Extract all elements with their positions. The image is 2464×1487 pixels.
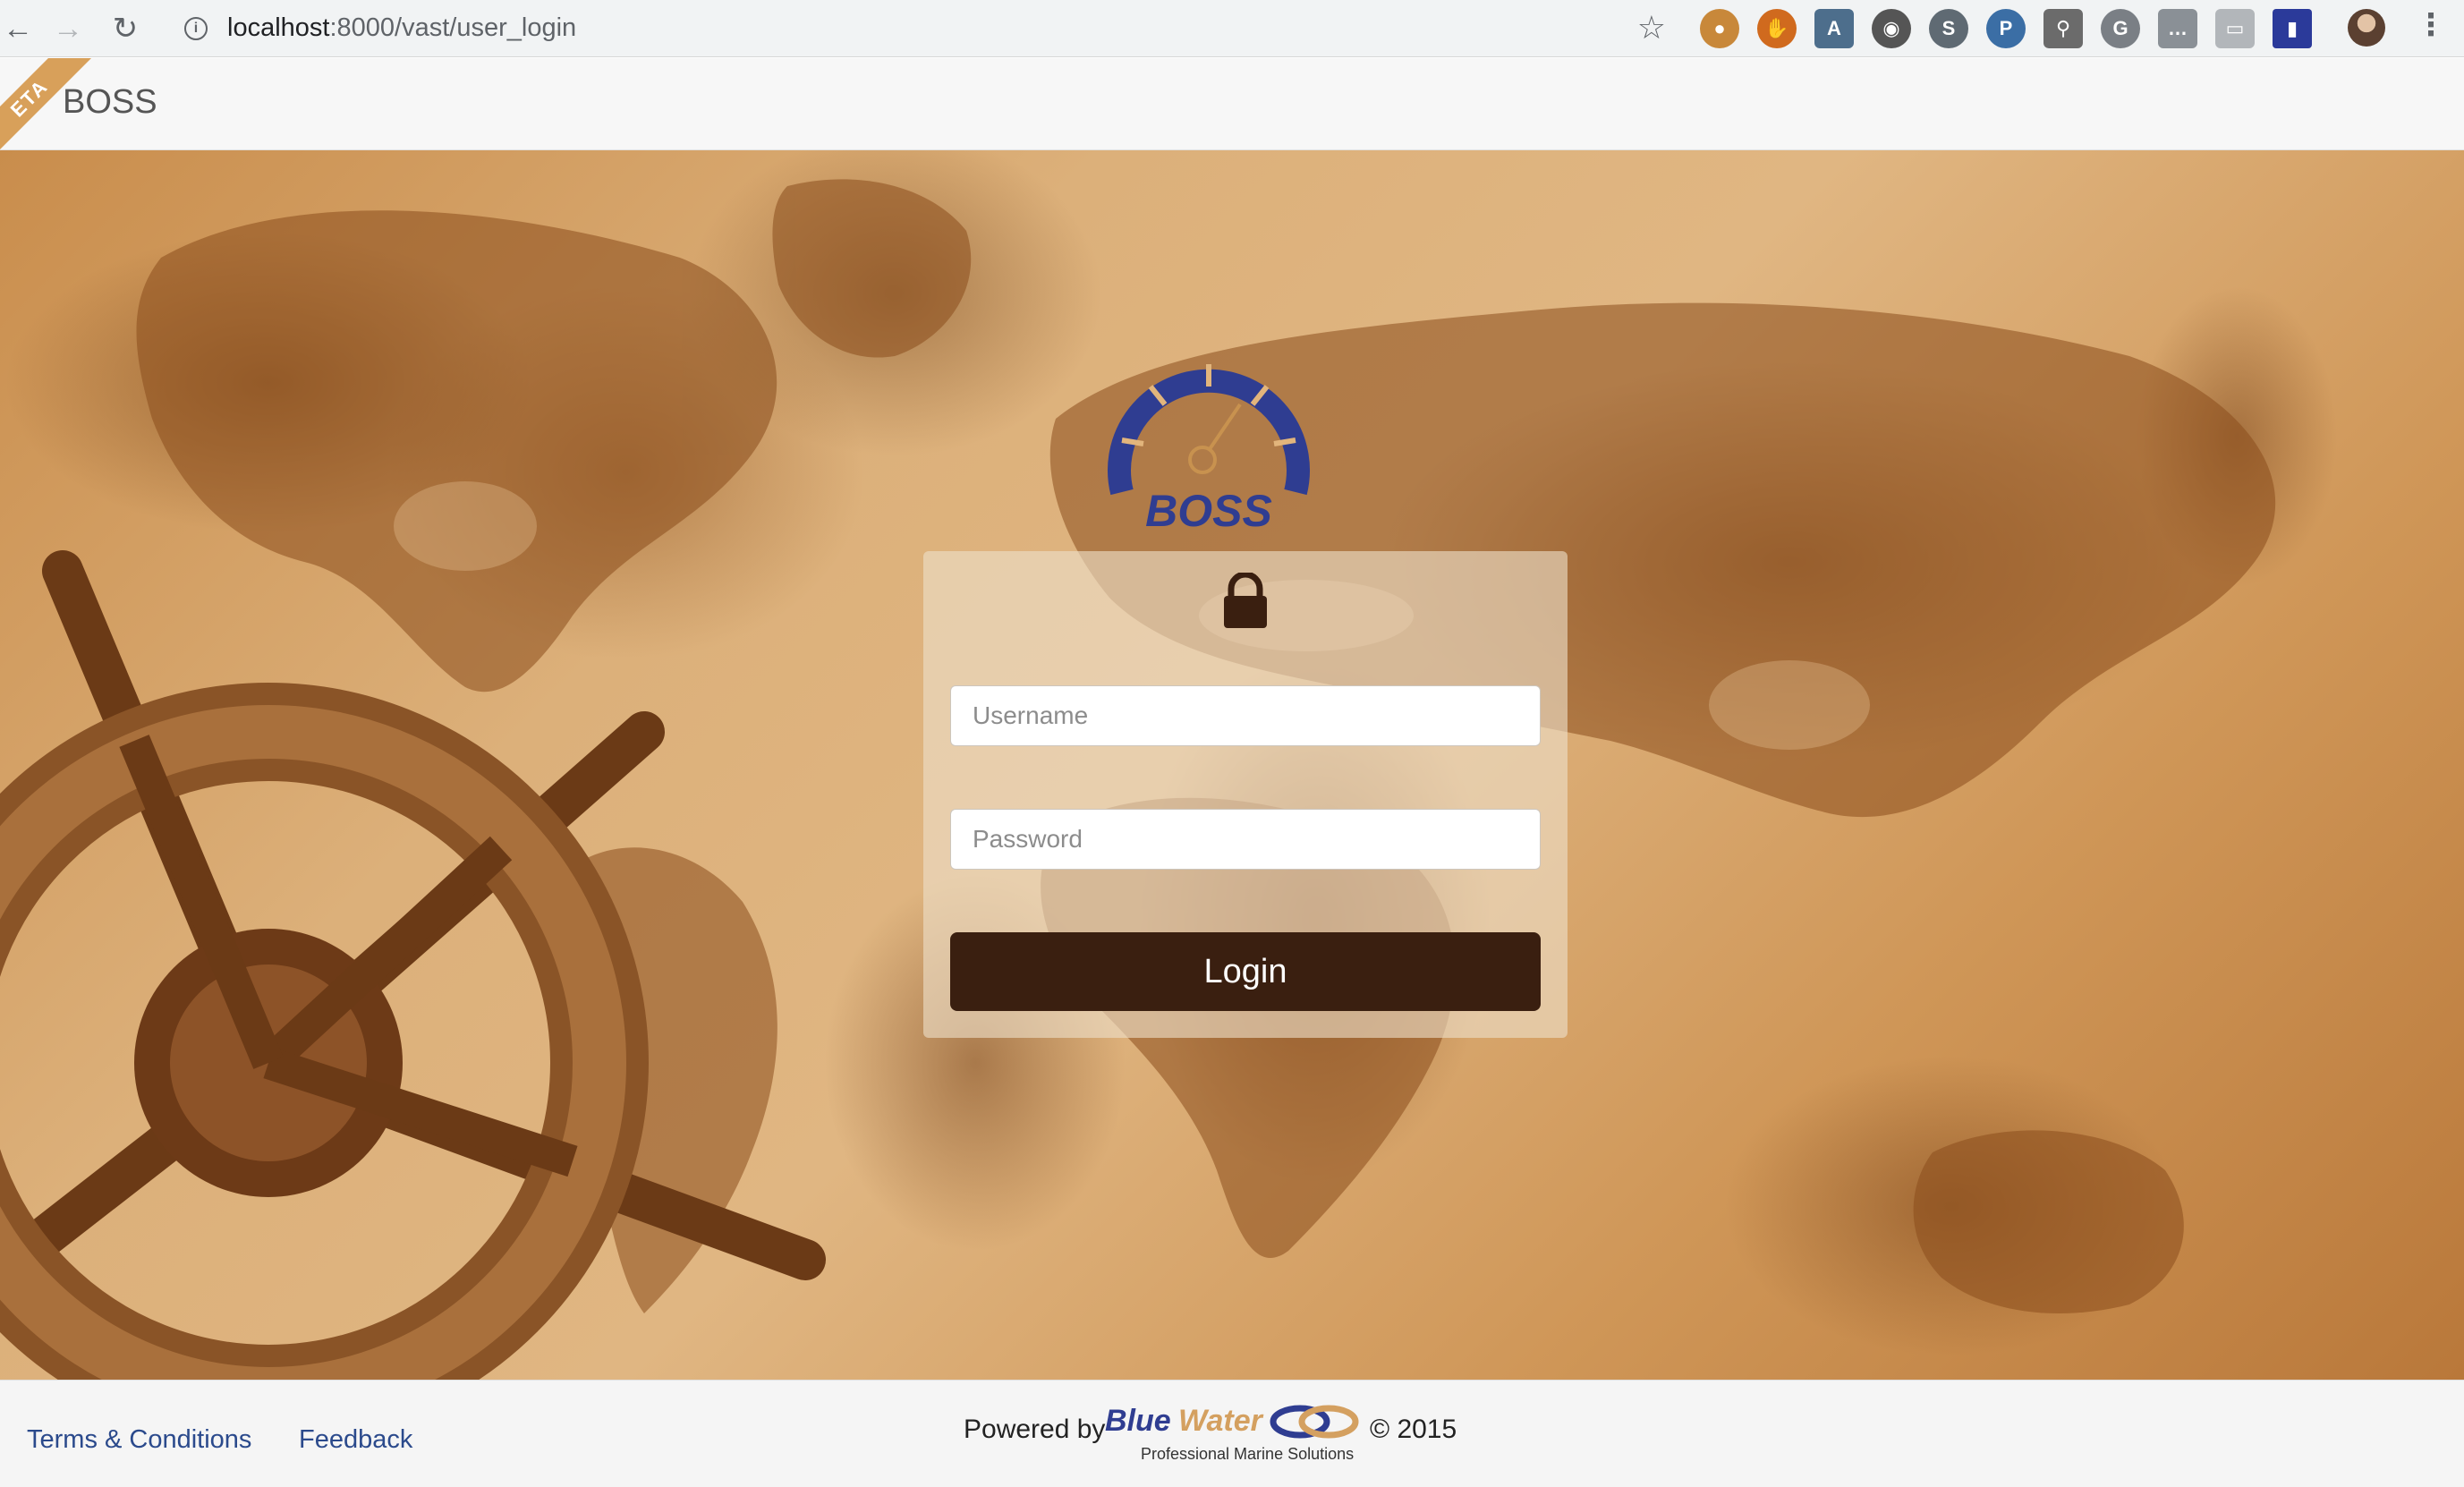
bluewater-tagline: Professional Marine Solutions bbox=[1141, 1445, 1355, 1463]
screen-icon[interactable]: ▭ bbox=[2215, 9, 2255, 48]
browser-toolbar: ← → ↻ i localhost:8000/vast/user_login ☆… bbox=[0, 0, 2464, 57]
app-header: ETA BOSS bbox=[0, 58, 2464, 150]
browser-menu-icon[interactable]: ⋮ bbox=[2416, 7, 2446, 43]
bookmark-star-icon[interactable]: ☆ bbox=[1637, 9, 1666, 47]
python-icon[interactable]: P bbox=[1986, 9, 2026, 48]
copyright-text: © 2015 bbox=[1370, 1415, 1457, 1444]
brand-title[interactable]: BOSS bbox=[63, 83, 157, 122]
book-icon[interactable]: ▮ bbox=[2273, 9, 2312, 48]
translate-icon[interactable]: … bbox=[2158, 9, 2197, 48]
feedback-link[interactable]: Feedback bbox=[299, 1425, 412, 1455]
powered-by-label: Powered by bbox=[964, 1415, 1106, 1444]
microscope-icon[interactable]: ⚲ bbox=[2043, 9, 2083, 48]
world-map-background: BOSS Login bbox=[0, 150, 2464, 1380]
username-input[interactable] bbox=[950, 685, 1541, 746]
reload-icon[interactable]: ↻ bbox=[107, 11, 143, 47]
address-bar[interactable]: i localhost:8000/vast/user_login ☆ bbox=[166, 5, 1677, 52]
back-arrow-icon[interactable]: ← bbox=[0, 11, 36, 47]
bluewater-rings-icon bbox=[1270, 1405, 1359, 1439]
login-panel: Login bbox=[923, 551, 1568, 1038]
password-input[interactable] bbox=[950, 809, 1541, 870]
document-icon[interactable]: A bbox=[1814, 9, 1854, 48]
login-button[interactable]: Login bbox=[950, 932, 1541, 1011]
page-footer: Terms & Conditions Feedback Powered by B… bbox=[0, 1380, 2464, 1487]
grammarly-icon[interactable]: G bbox=[2101, 9, 2140, 48]
url-text[interactable]: localhost:8000/vast/user_login bbox=[227, 13, 576, 43]
terms-link[interactable]: Terms & Conditions bbox=[27, 1425, 251, 1455]
lock-icon bbox=[1224, 573, 1267, 628]
forward-arrow-icon[interactable]: → bbox=[50, 11, 86, 47]
info-icon[interactable]: i bbox=[184, 17, 208, 40]
extension-icons: ● ✋ A ◉ S P ⚲ G … ▭ ▮ bbox=[1700, 9, 2312, 48]
bluewater-blue-text: Blue bbox=[1105, 1404, 1171, 1438]
cookie-icon[interactable]: ● bbox=[1700, 9, 1739, 48]
eye-icon[interactable]: ◉ bbox=[1872, 9, 1911, 48]
powered-by: Powered by Blue Water Professional Marin… bbox=[964, 1398, 1465, 1470]
profile-avatar[interactable] bbox=[2348, 9, 2385, 47]
boss-logo: BOSS bbox=[1108, 364, 1310, 536]
bluewater-logo[interactable]: Blue Water Professional Marine Solutions bbox=[1105, 1398, 1364, 1470]
logo-text: BOSS bbox=[1145, 486, 1272, 536]
hand-icon[interactable]: ✋ bbox=[1757, 9, 1797, 48]
bluewater-water-text: Water bbox=[1178, 1404, 1262, 1438]
skype-icon[interactable]: S bbox=[1929, 9, 1968, 48]
